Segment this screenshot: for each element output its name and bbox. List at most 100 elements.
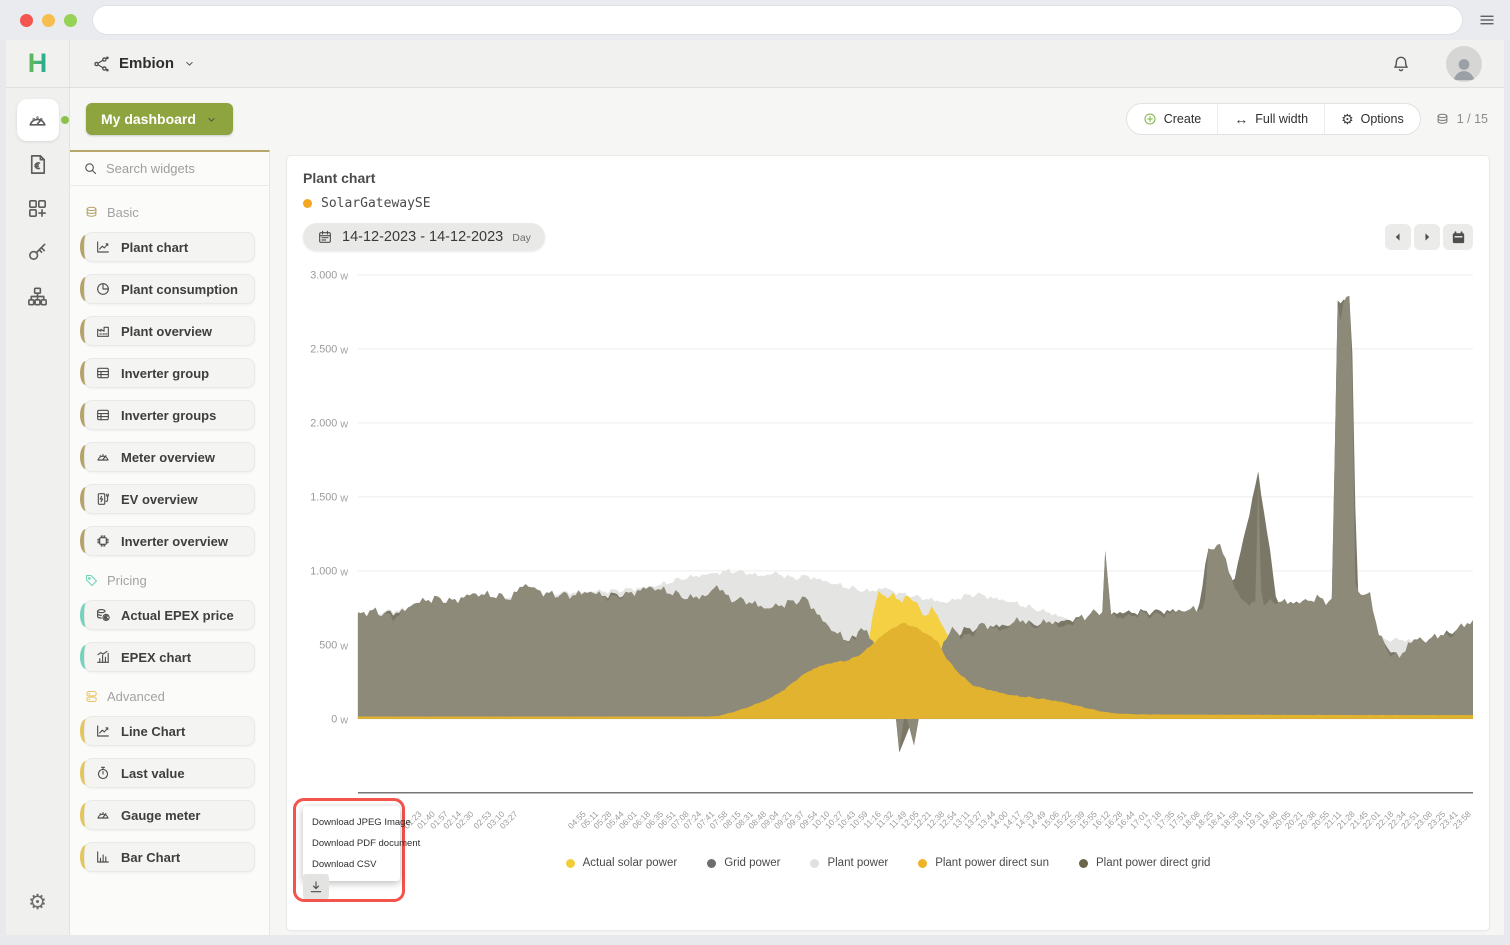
plant-chart-plot[interactable]: 3.000 W2.500 W2.000 W1.500 W1.000 W500 W…: [303, 265, 1473, 853]
nav-rail: ⚙: [6, 88, 70, 935]
gauge-icon: [95, 807, 111, 823]
next-period-button[interactable]: [1414, 224, 1440, 250]
widget-item-inverter-group[interactable]: Inverter group: [84, 358, 255, 388]
rail-item-billing[interactable]: [17, 143, 59, 185]
browser-menu-icon[interactable]: [1478, 11, 1496, 29]
create-label: Create: [1164, 112, 1202, 126]
section-header-basic: Basic: [84, 205, 255, 220]
menu-item-download-jpeg-image[interactable]: Download JPEG Image: [303, 812, 400, 833]
full-width-button[interactable]: ↔ Full width: [1217, 104, 1324, 134]
widget-item-plant-chart[interactable]: Plant chart: [84, 232, 255, 262]
date-granularity-label: Day: [512, 232, 531, 245]
date-range-label: 14-12-2023 - 14-12-2023: [342, 229, 503, 245]
user-avatar[interactable]: [1446, 46, 1482, 82]
svg-text:0 W: 0 W: [331, 714, 348, 726]
chevron-down-icon[interactable]: [183, 57, 196, 70]
plant-chart-widget: Plant chart SolarGatewaySE 14-12-2023 - …: [286, 155, 1490, 931]
widget-item-line-chart[interactable]: Line Chart: [84, 716, 255, 746]
org-network-icon: [92, 55, 110, 73]
chevron-left-icon: [1391, 230, 1405, 244]
database-icon: [84, 689, 99, 704]
chevron-right-icon: [1420, 230, 1434, 244]
notifications-bell-icon[interactable]: [1391, 54, 1411, 74]
person-icon: [1449, 52, 1479, 82]
widget-item-actual-epex-price[interactable]: Actual EPEX price: [84, 600, 255, 630]
pie-icon: [95, 281, 111, 297]
minimize-window-icon[interactable]: [42, 14, 55, 27]
widget-item-last-value[interactable]: Last value: [84, 758, 255, 788]
options-button[interactable]: ⚙ Options: [1324, 104, 1420, 134]
device-name: SolarGatewaySE: [321, 196, 431, 211]
legend-item-actual-solar-power[interactable]: Actual solar power: [566, 857, 678, 869]
widget-title: Plant chart: [303, 170, 1473, 186]
search-input[interactable]: [106, 161, 256, 176]
chart-coins-icon: [95, 649, 111, 665]
rail-item-widgets[interactable]: [17, 187, 59, 229]
widget-item-ev-overview[interactable]: EV overview: [84, 484, 255, 514]
widget-item-epex-chart[interactable]: EPEX chart: [84, 642, 255, 672]
widget-item-meter-overview[interactable]: Meter overview: [84, 442, 255, 472]
rail-item-dashboards[interactable]: [17, 99, 59, 141]
full-width-icon: ↔: [1234, 112, 1248, 126]
menu-item-download-pdf-document[interactable]: Download PDF document: [303, 833, 400, 854]
download-highlight-annotation: Download JPEG ImageDownload PDF document…: [293, 798, 405, 902]
widget-item-gauge-meter[interactable]: Gauge meter: [84, 800, 255, 830]
dashboard-selector-button[interactable]: My dashboard: [86, 103, 233, 135]
layers-icon: [84, 205, 99, 220]
svg-text:3.000 W: 3.000 W: [310, 270, 348, 282]
menu-item-download-csv[interactable]: Download CSV: [303, 854, 400, 875]
legend-item-plant-power[interactable]: Plant power: [810, 857, 888, 869]
coins-icon: [95, 607, 111, 623]
create-button[interactable]: Create: [1127, 104, 1218, 134]
widget-item-bar-chart[interactable]: Bar Chart: [84, 842, 255, 872]
stack-icon: [1435, 112, 1450, 127]
rail-item-access-keys[interactable]: [17, 231, 59, 273]
widget-item-plant-consumption[interactable]: Plant consumption: [84, 274, 255, 304]
device-status-dot: [303, 199, 312, 208]
close-window-icon[interactable]: [20, 14, 33, 27]
dashboard-canvas: Plant chart SolarGatewaySE 14-12-2023 - …: [270, 150, 1504, 935]
plus-circle-icon: [1143, 112, 1157, 126]
gear-icon: ⚙: [1341, 112, 1354, 126]
chart-line-icon: [95, 239, 111, 255]
download-button[interactable]: [303, 874, 329, 899]
jump-to-date-button[interactable]: [1443, 224, 1473, 250]
table-icon: [95, 407, 111, 423]
rail-item-topology[interactable]: [17, 275, 59, 317]
section-header-advanced: Advanced: [84, 689, 255, 704]
download-menu: Download JPEG ImageDownload PDF document…: [303, 806, 400, 881]
factory-icon: [95, 323, 111, 339]
table-icon: [95, 365, 111, 381]
widget-item-inverter-overview[interactable]: Inverter overview: [84, 526, 255, 556]
svg-text:500 W: 500 W: [319, 640, 348, 652]
options-label: Options: [1361, 112, 1404, 126]
ev-icon: [95, 491, 111, 507]
app-window: H Embion ⚙ My dashboard: [6, 40, 1504, 935]
app-logo[interactable]: H: [6, 40, 70, 87]
legend-item-plant-power-direct-grid[interactable]: Plant power direct grid: [1079, 857, 1210, 869]
widget-item-plant-overview[interactable]: Plant overview: [84, 316, 255, 346]
window-controls[interactable]: [20, 14, 77, 27]
svg-text:2.000 W: 2.000 W: [310, 418, 348, 430]
maximize-window-icon[interactable]: [64, 14, 77, 27]
device-row: SolarGatewaySE: [303, 196, 1473, 211]
section-header-pricing: Pricing: [84, 573, 255, 588]
legend-item-plant-power-direct-sun[interactable]: Plant power direct sun: [918, 857, 1049, 869]
chip-icon: [95, 533, 111, 549]
calendar-icon: [317, 229, 333, 245]
address-bar[interactable]: [93, 6, 1462, 34]
dashboard-pager[interactable]: 1 / 15: [1435, 112, 1488, 127]
prev-period-button[interactable]: [1385, 224, 1411, 250]
toolbar-actions: Create ↔ Full width ⚙ Options: [1126, 103, 1421, 135]
date-range-picker[interactable]: 14-12-2023 - 14-12-2023 Day: [303, 223, 545, 251]
widget-search[interactable]: [70, 152, 269, 186]
legend-item-grid-power[interactable]: Grid power: [707, 857, 780, 869]
date-nav: [1385, 224, 1473, 250]
widget-item-inverter-groups[interactable]: Inverter groups: [84, 400, 255, 430]
full-width-label: Full width: [1255, 112, 1308, 126]
logo-letter: H: [28, 48, 48, 79]
widget-sidebar: Basic Plant chart Plant consumption Plant o…: [70, 150, 270, 935]
org-selector[interactable]: Embion: [119, 55, 174, 72]
settings-gear-icon[interactable]: ⚙: [28, 890, 47, 915]
bars-icon: [95, 849, 111, 865]
